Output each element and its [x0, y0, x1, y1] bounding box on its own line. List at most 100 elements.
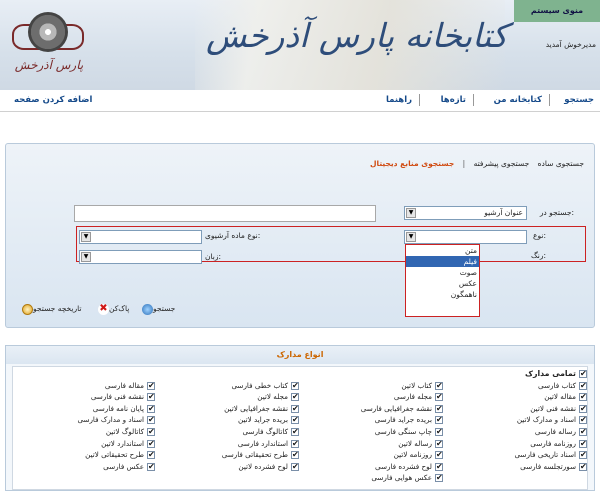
- doc-type-checkbox[interactable]: کاتالوگ لاتین: [12, 426, 155, 438]
- nav-help-link[interactable]: راهنما: [386, 95, 412, 105]
- checkbox-icon[interactable]: [579, 449, 587, 461]
- checkbox-icon[interactable]: [435, 414, 443, 426]
- search-button[interactable]: جستجو: [140, 302, 175, 316]
- doc-type-checkbox[interactable]: کتاب خطی فارسی: [156, 380, 299, 391]
- doc-type-checkbox[interactable]: بریده جراید فارسی: [300, 414, 443, 426]
- doc-type-checkbox[interactable]: عکس هوایی فارسی: [300, 472, 443, 484]
- checkbox-icon[interactable]: [291, 380, 299, 391]
- chevron-down-icon[interactable]: ▼: [406, 232, 416, 242]
- doc-type-checkbox[interactable]: مجله فارسی: [300, 391, 443, 403]
- type-option[interactable]: ناهمگون: [406, 289, 479, 300]
- chevron-down-icon[interactable]: ▼: [406, 208, 416, 218]
- doc-type-checkbox[interactable]: طرح تحقیقاتی فارسی: [156, 449, 299, 461]
- doc-type-checkbox[interactable]: رساله فارسی: [444, 426, 587, 438]
- checkbox-icon[interactable]: [291, 438, 299, 449]
- chevron-down-icon[interactable]: ▼: [81, 252, 91, 262]
- checkbox-icon[interactable]: [579, 461, 587, 472]
- doc-type-all-checkbox[interactable]: تمامی مدارک: [444, 368, 587, 380]
- doc-type-checkbox[interactable]: اسناد تاریخی فارسی: [444, 449, 587, 461]
- checkbox-icon[interactable]: [147, 461, 155, 472]
- doc-type-checkbox[interactable]: کتاب فارسی: [444, 380, 587, 391]
- type-dropdown-list[interactable]: متن فیلم صوت عکس ناهمگون: [405, 244, 480, 317]
- checkbox-icon[interactable]: [435, 461, 443, 472]
- checkbox-icon[interactable]: [579, 380, 587, 391]
- doc-type-checkbox[interactable]: کاتالوگ فارسی: [156, 426, 299, 438]
- doc-type-checkbox[interactable]: لوح فشرده لاتین: [156, 461, 299, 472]
- doc-type-checkbox[interactable]: نقشه جغرافیایی لاتین: [156, 403, 299, 414]
- tab-digital-search[interactable]: جستجوی منابع دیجیتال: [370, 159, 454, 168]
- system-menu-button[interactable]: منوی سیستم: [514, 0, 600, 22]
- nav-search-link[interactable]: جستجو: [564, 95, 594, 105]
- checkbox-icon[interactable]: [291, 403, 299, 414]
- doc-type-checkbox[interactable]: بریده جراید لاتین: [156, 414, 299, 426]
- checkbox-icon[interactable]: [435, 449, 443, 461]
- doc-type-checkbox[interactable]: نقشه جغرافیایی فارسی: [300, 403, 443, 414]
- type-option[interactable]: متن: [406, 245, 479, 256]
- search-history-button[interactable]: تاریخچه جستجو: [20, 302, 81, 316]
- checkbox-icon[interactable]: [435, 472, 443, 484]
- checkbox-icon[interactable]: [147, 403, 155, 414]
- checkbox-icon[interactable]: [147, 380, 155, 391]
- doc-type-checkbox[interactable]: سورتجلسه فارسی: [444, 461, 587, 472]
- doc-type-checkbox[interactable]: لوح فشرده فارسی: [300, 461, 443, 472]
- nav-new-items-link[interactable]: تازه‌ها: [441, 95, 466, 105]
- search-in-select[interactable]: عنوان آرشیو ▼: [404, 206, 527, 220]
- checkbox-icon[interactable]: [579, 426, 587, 438]
- doc-type-checkbox[interactable]: مقاله لاتین: [444, 391, 587, 403]
- checkbox-icon[interactable]: [435, 426, 443, 438]
- doc-type-checkbox[interactable]: نقشه فنی لاتین: [444, 403, 587, 414]
- checkbox-icon[interactable]: [579, 368, 587, 380]
- archive-type-select[interactable]: ▼: [79, 230, 202, 244]
- checkbox-icon[interactable]: [147, 438, 155, 449]
- add-page-link[interactable]: اضافه کردن صفحه: [14, 95, 92, 105]
- checkbox-icon[interactable]: [435, 438, 443, 449]
- doc-type-checkbox[interactable]: چاپ سنگی فارسی: [300, 426, 443, 438]
- nav-my-library-link[interactable]: کتابخانه من: [494, 95, 542, 105]
- doc-type-checkbox[interactable]: مقاله فارسی: [12, 380, 155, 391]
- checkbox-icon[interactable]: [579, 414, 587, 426]
- language-label: زبان:: [205, 252, 222, 261]
- doc-type-checkbox[interactable]: نقشه فنی فارسی: [12, 391, 155, 403]
- checkbox-icon[interactable]: [291, 426, 299, 438]
- checkbox-icon[interactable]: [291, 449, 299, 461]
- doc-type-label: اسناد تاریخی فارسی: [514, 450, 576, 460]
- doc-type-checkbox[interactable]: عکس فارسی: [12, 461, 155, 472]
- checkbox-icon[interactable]: [147, 414, 155, 426]
- checkbox-icon[interactable]: [147, 426, 155, 438]
- tab-advanced-search[interactable]: جستجوی پیشرفته: [474, 159, 530, 168]
- doc-type-label: کتاب فارسی: [538, 380, 576, 390]
- doc-type-label: نقشه جغرافیایی لاتین: [224, 403, 288, 413]
- chevron-down-icon[interactable]: ▼: [81, 232, 91, 242]
- doc-type-checkbox[interactable]: طرح تحقیقاتی لاتین: [12, 449, 155, 461]
- checkbox-icon[interactable]: [579, 438, 587, 449]
- checkbox-icon[interactable]: [147, 449, 155, 461]
- color-label: رنگ:: [531, 251, 546, 260]
- doc-type-checkbox[interactable]: روزنامه فارسی: [444, 438, 587, 449]
- doc-type-checkbox[interactable]: استاندارد فارسی: [156, 438, 299, 449]
- checkbox-icon[interactable]: [435, 380, 443, 391]
- language-select[interactable]: ▼: [79, 250, 202, 264]
- type-option[interactable]: صوت: [406, 267, 479, 278]
- checkbox-icon[interactable]: [579, 391, 587, 403]
- tab-simple-search[interactable]: جستجوی ساده: [538, 159, 584, 168]
- doc-type-checkbox[interactable]: اسناد و مدارک لاتین: [444, 414, 587, 426]
- checkbox-icon[interactable]: [435, 391, 443, 403]
- doc-type-checkbox[interactable]: مجله لاتین: [156, 391, 299, 403]
- type-option[interactable]: عکس: [406, 278, 479, 289]
- search-text-input[interactable]: [74, 205, 376, 222]
- type-select[interactable]: ▼: [404, 230, 527, 244]
- checkbox-icon[interactable]: [291, 414, 299, 426]
- clear-button[interactable]: ✖پاک‌کن: [96, 302, 129, 316]
- doc-type-checkbox[interactable]: روزنامه لاتین: [300, 449, 443, 461]
- doc-type-checkbox[interactable]: استاندارد لاتین: [12, 438, 155, 449]
- doc-type-checkbox[interactable]: رساله لاتین: [300, 438, 443, 449]
- doc-type-checkbox[interactable]: اسناد و مدارک فارسی: [12, 414, 155, 426]
- doc-type-checkbox[interactable]: پایان نامه فارسی: [12, 403, 155, 414]
- checkbox-icon[interactable]: [435, 403, 443, 414]
- checkbox-icon[interactable]: [291, 461, 299, 472]
- type-option-selected[interactable]: فیلم: [406, 256, 479, 267]
- doc-type-checkbox[interactable]: کتاب لاتین: [300, 380, 443, 391]
- checkbox-icon[interactable]: [579, 403, 587, 414]
- checkbox-icon[interactable]: [147, 391, 155, 403]
- checkbox-icon[interactable]: [291, 391, 299, 403]
